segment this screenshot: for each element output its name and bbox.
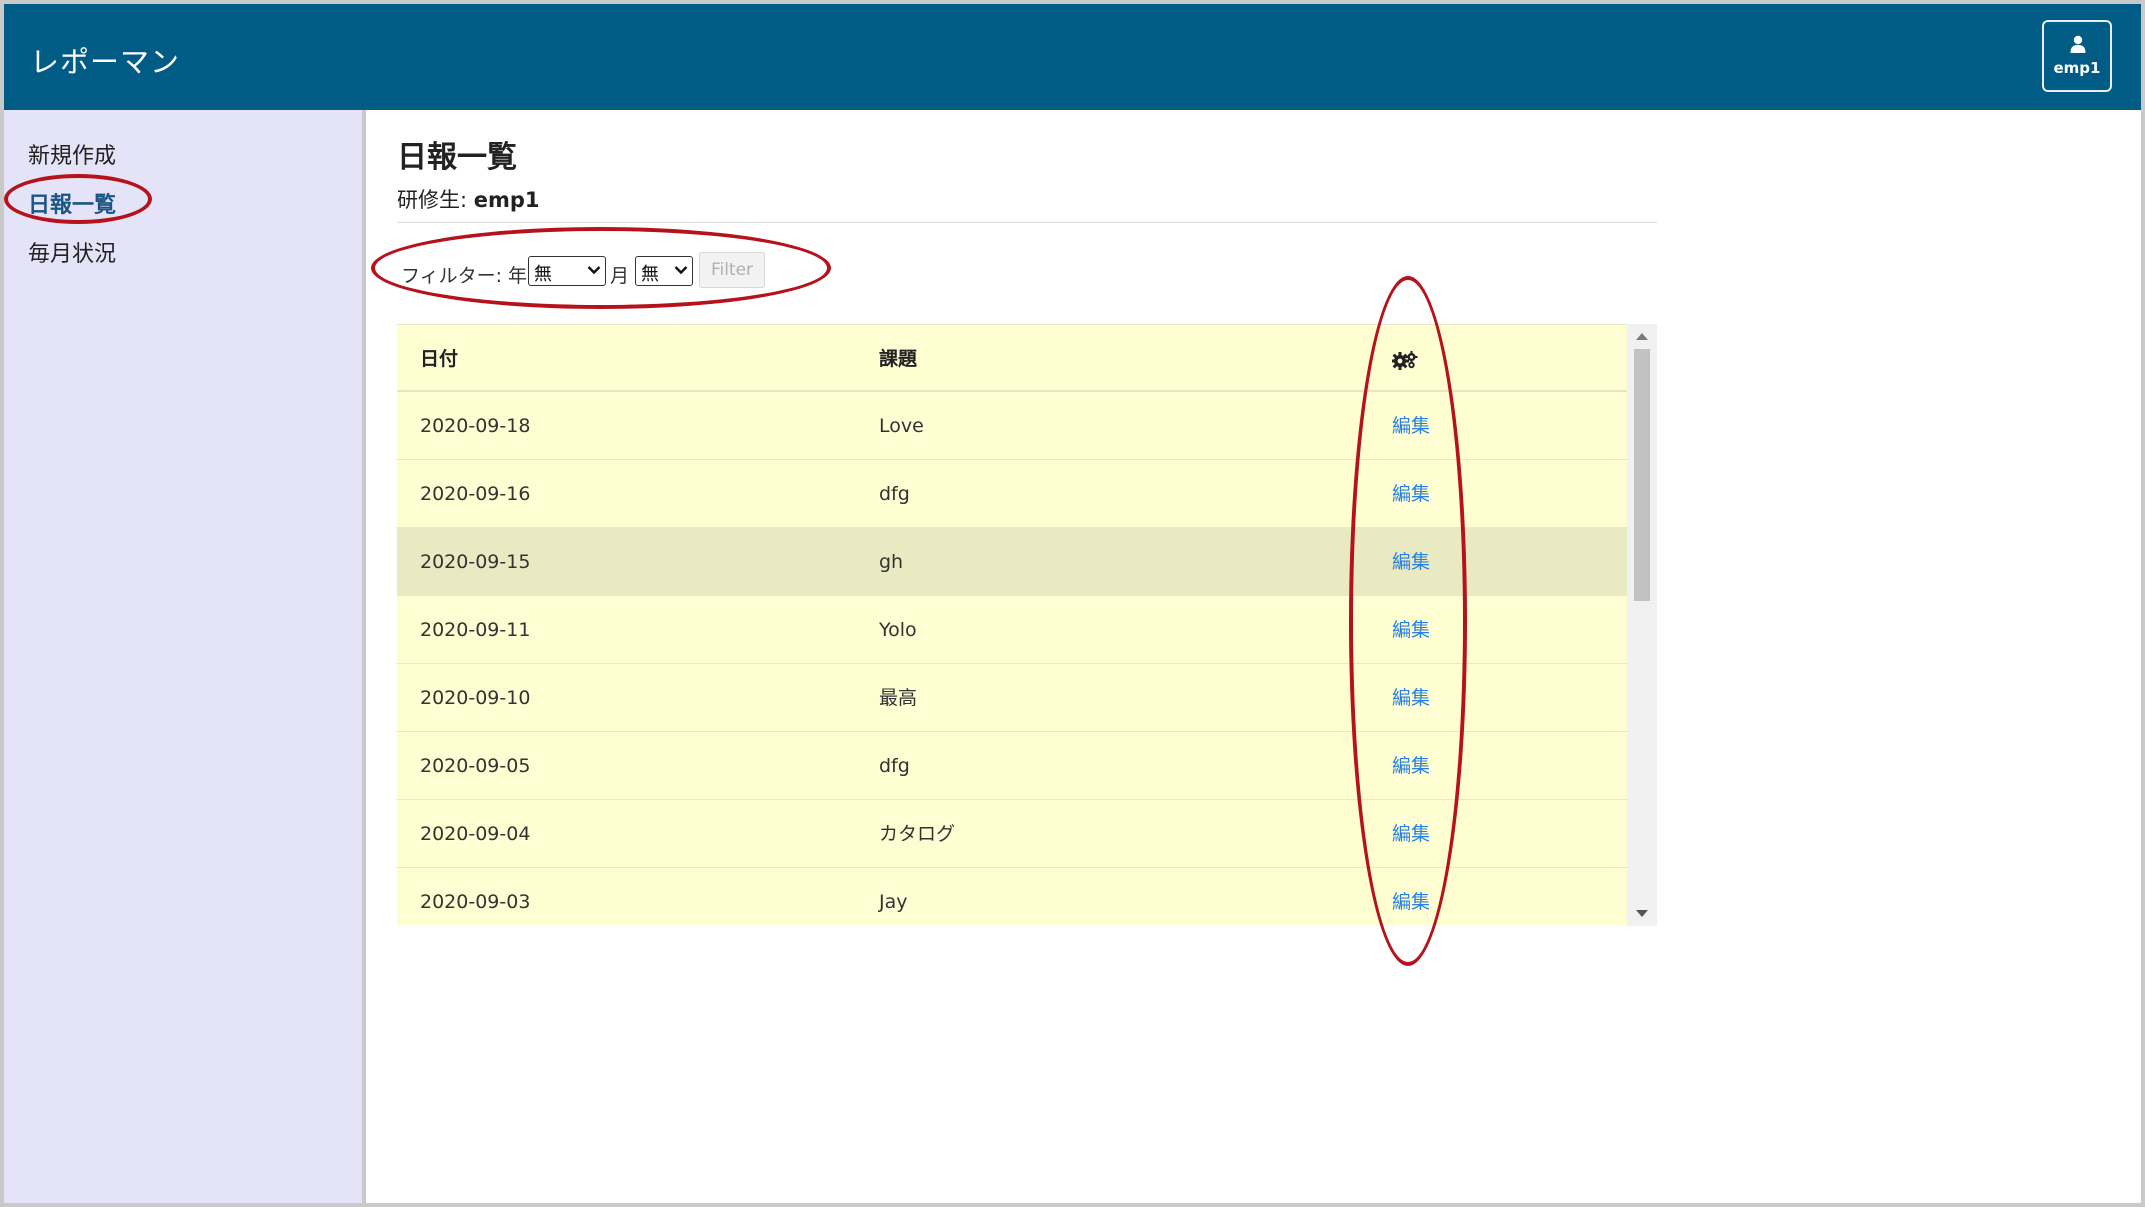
gears-icon [1391, 350, 1418, 370]
table-row: 2020-09-03 Jay 編集 [397, 868, 1627, 926]
row-subject: Jay [879, 891, 908, 913]
edit-link[interactable]: 編集 [1392, 392, 1430, 460]
table-row: 2020-09-16 dfg 編集 [397, 460, 1627, 528]
edit-link[interactable]: 編集 [1392, 868, 1430, 926]
year-select[interactable]: 無 [528, 256, 606, 286]
scroll-thumb[interactable] [1634, 349, 1650, 601]
filter-button[interactable]: Filter [699, 252, 765, 288]
table-row: 2020-09-18 Love 編集 [397, 392, 1627, 460]
row-subject: Yolo [879, 619, 917, 641]
table-row: 2020-09-15 gh 編集 [397, 528, 1627, 596]
month-select[interactable]: 無 [635, 256, 693, 286]
row-date: 2020-09-03 [420, 891, 531, 913]
edit-link[interactable]: 編集 [1392, 460, 1430, 528]
edit-link[interactable]: 編集 [1392, 732, 1430, 800]
page-title: 日報一覧 [397, 140, 517, 175]
table-row: 2020-09-10 最高 編集 [397, 664, 1627, 732]
chevron-down-icon [674, 266, 688, 275]
column-header-actions [1391, 325, 1418, 393]
trainee-info: 研修生: emp1 [397, 184, 540, 214]
edit-link[interactable]: 編集 [1392, 528, 1430, 596]
column-header-subject: 課題 [879, 348, 918, 370]
row-subject: カタログ [879, 823, 956, 845]
sidebar: 新規作成 日報一覧 毎月状況 [4, 110, 366, 1203]
edit-link[interactable]: 編集 [1392, 596, 1430, 664]
filter-label: フィルター: 年 [401, 265, 528, 287]
trainee-name: emp1 [473, 188, 540, 212]
edit-link[interactable]: 編集 [1392, 664, 1430, 732]
row-subject: Love [879, 415, 924, 437]
sidebar-item-report-list[interactable]: 日報一覧 [28, 187, 116, 219]
top-navbar: レポーマン emp1 [4, 4, 2141, 110]
edit-link[interactable]: 編集 [1392, 800, 1430, 868]
user-icon [2070, 35, 2086, 53]
table-header: 日付 課題 [397, 324, 1627, 392]
app-brand[interactable]: レポーマン [30, 39, 180, 81]
sidebar-item-monthly-status[interactable]: 毎月状況 [28, 236, 116, 268]
row-date: 2020-09-18 [420, 415, 531, 437]
table-row: 2020-09-11 Yolo 編集 [397, 596, 1627, 664]
scroll-up-arrow-icon[interactable] [1636, 333, 1648, 340]
month-label: 月 [610, 265, 630, 287]
sidebar-item-new-report[interactable]: 新規作成 [28, 138, 116, 170]
row-subject: dfg [879, 755, 910, 777]
row-subject: dfg [879, 483, 910, 505]
user-name: emp1 [2053, 59, 2101, 77]
row-date: 2020-09-16 [420, 483, 531, 505]
row-subject: 最高 [879, 687, 918, 709]
row-date: 2020-09-10 [420, 687, 531, 709]
row-date: 2020-09-04 [420, 823, 531, 845]
row-date: 2020-09-11 [420, 619, 531, 641]
app-frame: レポーマン emp1 新規作成 日報一覧 毎月状況 日報一覧 研修生: emp1… [4, 4, 2141, 1203]
table-row: 2020-09-04 カタログ 編集 [397, 800, 1627, 868]
divider [397, 222, 1657, 223]
month-select-value: 無 [641, 264, 659, 285]
table-scrollbar[interactable] [1627, 324, 1657, 926]
trainee-label: 研修生: [397, 188, 468, 212]
row-date: 2020-09-05 [420, 755, 531, 777]
year-select-value: 無 [534, 264, 552, 285]
table-row: 2020-09-05 dfg 編集 [397, 732, 1627, 800]
chevron-down-icon [587, 266, 601, 275]
report-table: 日付 課題 2020-09-18 Love 編集 2020-09-16 dfg … [397, 324, 1657, 926]
user-menu-button[interactable]: emp1 [2042, 20, 2112, 92]
row-subject: gh [879, 551, 904, 573]
scroll-down-arrow-icon[interactable] [1636, 910, 1648, 917]
row-date: 2020-09-15 [420, 551, 531, 573]
column-header-date: 日付 [420, 348, 459, 370]
